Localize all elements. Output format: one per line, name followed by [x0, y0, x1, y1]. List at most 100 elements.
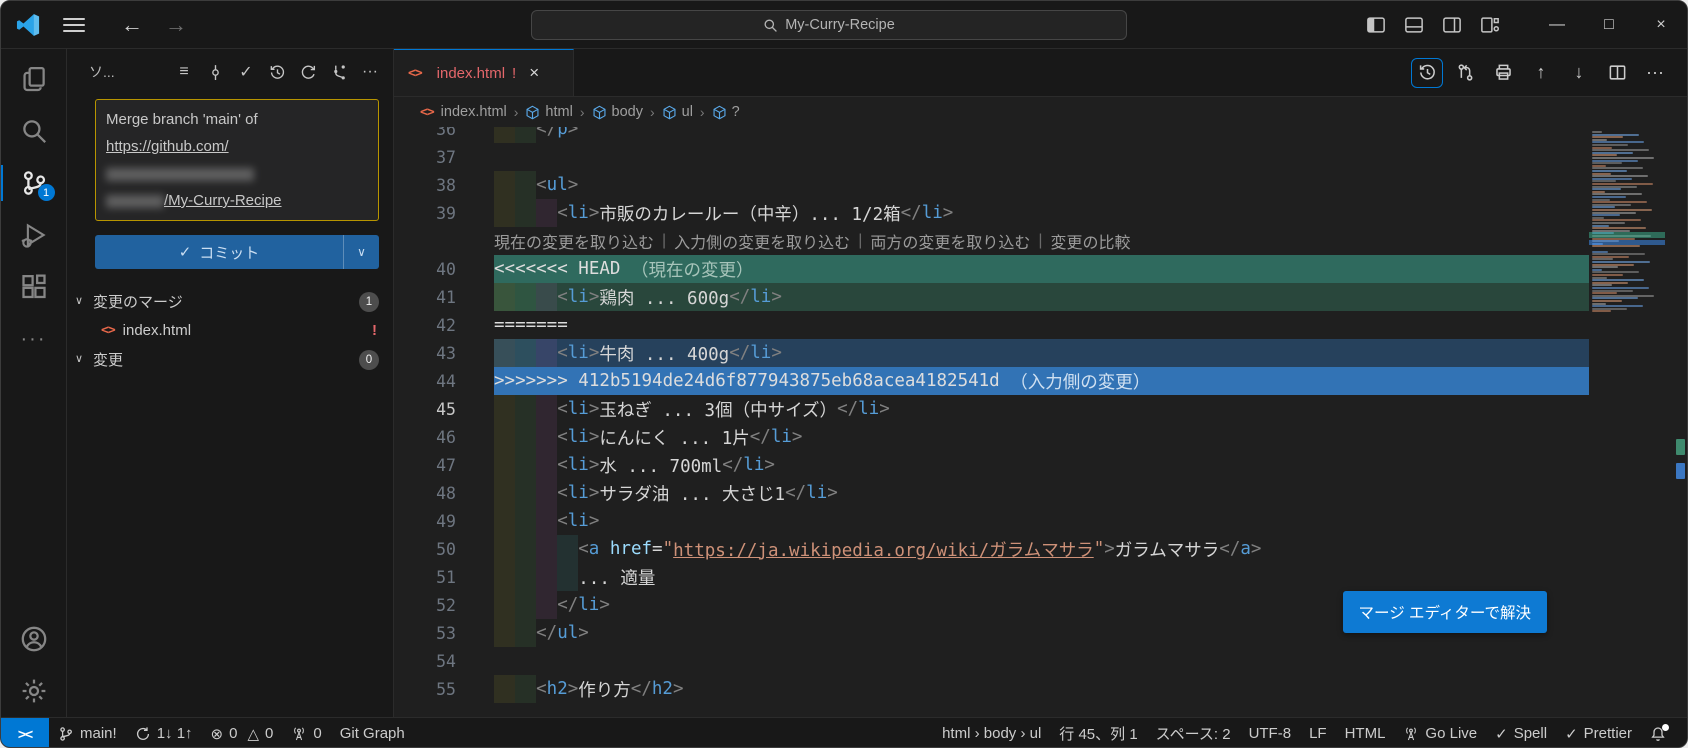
tower-icon — [1403, 726, 1419, 742]
tree-section-changes[interactable]: ∨ 変更 0 — [67, 345, 393, 374]
indent-guide — [494, 591, 515, 619]
activity-settings-icon[interactable] — [1, 665, 67, 717]
tab-index-html[interactable]: <> index.html ! × — [394, 49, 574, 96]
breadcrumb-item-body[interactable]: body — [592, 104, 643, 120]
commit-check-icon[interactable]: ✓ — [237, 63, 255, 81]
overview-ruler[interactable] — [1665, 127, 1687, 717]
tab-dirty-indicator: ! — [512, 65, 516, 82]
git-graph-icon[interactable] — [330, 63, 348, 81]
minimize-button[interactable]: — — [1531, 1, 1583, 48]
status-indentation[interactable]: スペース: 2 — [1147, 718, 1240, 748]
breadcrumb-item-indexhtml[interactable]: <>index.html — [420, 104, 507, 120]
compare-icon[interactable] — [1449, 58, 1481, 88]
code-line-36: 36</p> — [394, 127, 1589, 143]
breadcrumb-item-[interactable]: ? — [712, 104, 740, 120]
minimap-conflict-band — [1589, 240, 1665, 245]
commit-message-input[interactable]: Merge branch 'main' ofhttps://github.com… — [95, 99, 379, 221]
refresh-icon[interactable] — [299, 63, 317, 81]
menu-icon[interactable] — [59, 14, 89, 36]
activity-search-icon[interactable] — [1, 105, 67, 157]
status-remote-indicator[interactable]: >< — [1, 718, 49, 748]
commit-dropdown-chevron[interactable]: ∨ — [343, 235, 379, 269]
activity-extensions-icon[interactable] — [1, 261, 67, 313]
activity-more-icon[interactable]: ··· — [1, 313, 67, 365]
more-actions-icon[interactable]: ··· — [361, 63, 379, 81]
status-live-server-port[interactable]: 0 — [282, 718, 330, 748]
codelens-action[interactable]: 変更の比較 — [1051, 229, 1131, 253]
toggle-sidebar-icon[interactable] — [1361, 10, 1391, 40]
status-prettier[interactable]: ✓Prettier — [1556, 718, 1641, 748]
status-encoding[interactable]: UTF-8 — [1240, 718, 1301, 748]
status-problems[interactable]: ⊗0△0 — [202, 718, 283, 748]
status-spell[interactable]: ✓Spell — [1486, 718, 1556, 748]
indent-guide — [494, 675, 515, 703]
tree-file-index-html[interactable]: <> index.html ! — [67, 316, 393, 345]
print-icon[interactable] — [1487, 58, 1519, 88]
close-button[interactable]: × — [1635, 1, 1687, 48]
activity-run-debug-icon[interactable] — [1, 209, 67, 261]
status-cursor-position[interactable]: 行 45、列 1 — [1050, 718, 1146, 748]
tree-section-merge-changes[interactable]: ∨ 変更のマージ 1 — [67, 287, 393, 316]
toggle-secondary-sidebar-icon[interactable] — [1437, 10, 1467, 40]
tab-close-icon[interactable]: × — [529, 63, 539, 83]
status-git-sync[interactable]: 1↓ 1↑ — [126, 718, 202, 748]
more-icon[interactable]: ··· — [1639, 58, 1671, 88]
status-glyph: ✓ — [1565, 725, 1578, 743]
status-go-live[interactable]: Go Live — [1394, 718, 1486, 748]
code-editor[interactable]: 36</p>3738<ul>39<li>市販のカレールー（中辛）... 1/2箱… — [394, 127, 1687, 717]
nav-back-button[interactable]: ← — [121, 12, 143, 38]
commit-button[interactable]: ✓ コミット ∨ — [95, 235, 379, 269]
code-line-40: 40<<<<<<< HEAD （現在の変更） — [394, 255, 1589, 283]
indent-guide — [494, 479, 515, 507]
status-eol[interactable]: LF — [1300, 718, 1336, 748]
activity-explorer-icon[interactable] — [1, 53, 67, 105]
commit-message-line: https://github.com/ — [106, 133, 368, 187]
toggle-panel-icon[interactable] — [1399, 10, 1429, 40]
status-notifications[interactable] — [1641, 718, 1675, 748]
line-number: 42 — [394, 316, 456, 335]
resolve-in-merge-editor-button[interactable]: マージ エディターで解決 — [1343, 591, 1547, 633]
line-number: 39 — [394, 204, 456, 223]
breadcrumb-item-html[interactable]: html — [525, 104, 572, 120]
maximize-button[interactable]: □ — [1583, 1, 1635, 48]
codelens-action[interactable]: 現在の変更を取り込む — [494, 229, 654, 253]
line-number: 49 — [394, 512, 456, 531]
conflict-decoration: ! — [372, 322, 377, 339]
view-as-list-icon[interactable]: ≡ — [175, 63, 193, 81]
arrow-down-icon[interactable]: ↓ — [1563, 58, 1595, 88]
commit-graph-icon[interactable] — [206, 63, 224, 81]
tab-bar: <> index.html ! × ↑↓ ··· — [394, 49, 1687, 97]
status-language-mode[interactable]: HTML — [1336, 718, 1395, 748]
minimap-conflict-band — [1589, 232, 1665, 237]
breadcrumb-item-ul[interactable]: ul — [662, 104, 693, 120]
activity-source-control-icon[interactable]: 1 — [1, 157, 67, 209]
status-git-graph[interactable]: Git Graph — [331, 718, 414, 748]
timeline-icon[interactable] — [1411, 58, 1443, 88]
minimap[interactable] — [1589, 127, 1665, 717]
indent-guide — [515, 199, 536, 227]
indent-guide — [494, 507, 515, 535]
activity-bar: 1 ··· — [1, 49, 67, 717]
history-icon[interactable] — [268, 63, 286, 81]
line-number: 37 — [394, 148, 456, 167]
code-line-49: 49<li> — [394, 507, 1589, 535]
indent-guide — [536, 507, 557, 535]
status-git-branch[interactable]: main! — [49, 718, 126, 748]
split-icon[interactable] — [1601, 58, 1633, 88]
command-center-search[interactable]: My-Curry-Recipe — [531, 10, 1127, 40]
customize-layout-icon[interactable] — [1475, 10, 1505, 40]
line-number: 44 — [394, 372, 456, 391]
nav-forward-button[interactable]: → — [165, 12, 187, 38]
codelens-separator: | — [858, 232, 862, 250]
minimap-line — [1592, 170, 1627, 172]
codelens-action[interactable]: 入力側の変更を取り込む — [674, 229, 850, 253]
breadcrumb: <>index.html›html›body›ul›? — [394, 97, 1687, 127]
code-line-42: 42======= — [394, 311, 1589, 339]
status-glyph: ⊗ — [211, 725, 224, 743]
activity-account-icon[interactable] — [1, 613, 67, 665]
indent-guide — [536, 451, 557, 479]
codelens-action[interactable]: 両方の変更を取り込む — [870, 229, 1030, 253]
status-element-path[interactable]: html › body › ul — [933, 718, 1050, 748]
arrow-up-icon[interactable]: ↑ — [1525, 58, 1557, 88]
minimap-line — [1592, 136, 1623, 138]
